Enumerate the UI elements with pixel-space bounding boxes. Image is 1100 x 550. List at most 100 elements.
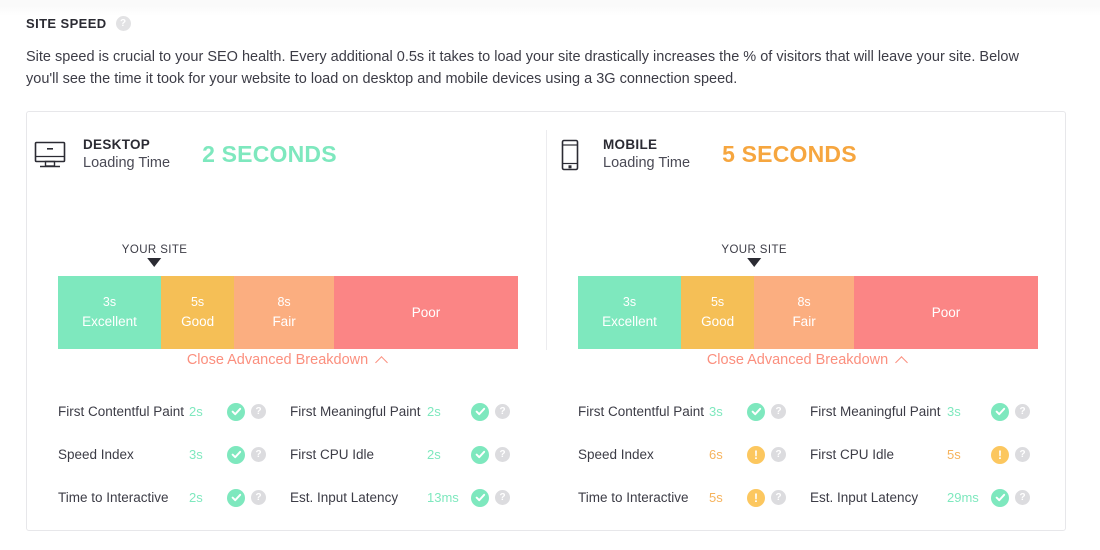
metric-help-icon[interactable]: ? — [771, 404, 786, 419]
gauge-segment-good: 5s Good — [161, 276, 235, 349]
gauge-segment-label: Good — [181, 314, 215, 329]
mobile-gauge: YOUR SITE 3s Excellent 5s Good 8s Fair Poor — [578, 243, 1038, 349]
desktop-advanced-breakdown-toggle[interactable]: Close Advanced Breakdown — [27, 352, 546, 369]
gauge-segment-label: Excellent — [602, 314, 657, 329]
gauge-segment-threshold: 8s — [277, 295, 291, 309]
gauge-segment-label: Poor — [931, 304, 961, 320]
metric-help-icon[interactable]: ? — [771, 447, 786, 462]
section-help-icon[interactable]: ? — [115, 16, 131, 31]
mobile-metrics-left: First Contentful Paint 3s? Speed Index 6s!?… — [578, 390, 810, 519]
metric-value: 2s — [427, 404, 441, 419]
desktop-loading-time: 2 SECONDS — [202, 141, 337, 167]
page-title: SITE SPEED — [26, 16, 107, 31]
metric-row: Est. Input Latency 13ms? — [290, 476, 522, 519]
desktop-labels: DESKTOP Loading Time — [83, 136, 170, 173]
metric-help-icon[interactable]: ? — [495, 404, 510, 419]
mobile-your-site-pointer: YOUR SITE — [721, 243, 787, 267]
mobile-labels: MOBILE Loading Time — [603, 136, 690, 173]
gauge-segment-fair: 8s Fair — [234, 276, 334, 349]
metric-help-icon[interactable]: ? — [495, 447, 510, 462]
pointer-triangle-icon — [747, 258, 762, 267]
gauge-segment-threshold: 5s — [190, 295, 205, 309]
metric-name: Time to Interactive — [578, 490, 689, 505]
metric-name: Speed Index — [58, 447, 134, 462]
mobile-pointer-row: YOUR SITE — [578, 243, 1038, 276]
metric-row: Time to Interactive 5s!? — [578, 476, 810, 519]
metric-value: 2s — [427, 447, 441, 462]
metric-name: First Contentful Paint — [58, 404, 185, 419]
desktop-panel: DESKTOP Loading Time 2 SECONDS YOUR SITE… — [27, 112, 546, 532]
warning-circle-icon: ! — [991, 445, 1009, 464]
gauge-segment-excellent: 3s Excellent — [58, 276, 162, 349]
gauge-segment-poor: Poor — [853, 276, 1038, 349]
metric-help-icon[interactable]: ? — [1015, 490, 1030, 505]
pointer-triangle-icon — [147, 258, 162, 267]
mobile-phone-icon — [547, 138, 593, 172]
metric-value: 5s — [709, 490, 723, 505]
mobile-gauge-bar: 3s Excellent 5s Good 8s Fair Poor — [578, 276, 1038, 349]
check-circle-icon — [227, 445, 245, 464]
mobile-loading-time: 5 SECONDS — [722, 141, 857, 167]
gauge-segment-label: Poor — [411, 304, 441, 320]
check-circle-icon — [747, 402, 765, 421]
gauge-segment-label: Fair — [792, 314, 816, 329]
mobile-advanced-breakdown-toggle[interactable]: Close Advanced Breakdown — [547, 352, 1066, 369]
metric-help-icon[interactable]: ? — [1015, 447, 1030, 462]
metric-help-icon[interactable]: ? — [1015, 404, 1030, 419]
metric-help-icon[interactable]: ? — [251, 447, 266, 462]
mobile-pointer-label: YOUR SITE — [721, 244, 787, 256]
metric-name: First CPU Idle — [290, 447, 375, 462]
metric-name: First Meaningful Paint — [290, 404, 421, 419]
metric-row: First CPU Idle 5s!? — [810, 433, 1042, 476]
desktop-panel-header: DESKTOP Loading Time 2 SECONDS — [27, 136, 546, 173]
metric-row: First Contentful Paint 2s? — [58, 390, 290, 433]
metric-name: Time to Interactive — [58, 490, 169, 505]
desktop-monitor-icon — [27, 140, 73, 170]
check-circle-icon — [991, 402, 1009, 421]
metric-name: Est. Input Latency — [810, 490, 919, 505]
check-circle-icon — [227, 402, 245, 421]
metric-value: 6s — [709, 447, 723, 462]
desktop-metrics: First Contentful Paint 2s? Speed Index 3s? T… — [58, 390, 523, 519]
desktop-pointer-label: YOUR SITE — [121, 244, 188, 256]
metric-help-icon[interactable]: ? — [251, 490, 266, 505]
desktop-gauge-bar: 3s Excellent 5s Good 8s Fair Poor — [58, 276, 518, 349]
metric-help-icon[interactable]: ? — [251, 404, 266, 419]
gauge-segment-label: Excellent — [82, 314, 137, 329]
warning-circle-icon: ! — [747, 445, 765, 464]
metric-name: First Meaningful Paint — [810, 404, 941, 419]
gauge-segment-threshold: 8s — [797, 295, 811, 309]
chevron-up-icon — [895, 355, 909, 369]
metric-value: 3s — [189, 447, 203, 462]
metric-row: Est. Input Latency 29ms? — [810, 476, 1042, 519]
metric-value: 2s — [189, 490, 203, 505]
metric-name: Est. Input Latency — [290, 490, 399, 505]
mobile-toggle-label: Close Advanced Breakdown — [706, 352, 889, 368]
desktop-device-sub: Loading Time — [83, 155, 171, 171]
metric-value: 13ms — [427, 490, 459, 505]
gauge-segment-label: Fair — [272, 314, 296, 329]
metric-value: 3s — [947, 404, 961, 419]
mobile-metrics: First Contentful Paint 3s? Speed Index 6s!?… — [578, 390, 1043, 519]
mobile-panel-header: MOBILE Loading Time 5 SECONDS — [547, 136, 1066, 173]
desktop-device-type: DESKTOP — [83, 137, 151, 152]
mobile-metrics-right: First Meaningful Paint 3s? First CPU Idle 5… — [810, 390, 1042, 519]
gauge-segment-label: Good — [701, 314, 735, 329]
warning-circle-icon: ! — [747, 488, 765, 507]
gauge-segment-poor: Poor — [333, 276, 518, 349]
mobile-panel: MOBILE Loading Time 5 SECONDS YOUR SITE … — [547, 112, 1066, 532]
metric-name: First Contentful Paint — [578, 404, 705, 419]
desktop-gauge: YOUR SITE 3s Excellent 5s Good 8s Fair Poor — [58, 243, 518, 349]
gauge-segment-threshold: 3s — [102, 295, 117, 309]
metric-row: First CPU Idle 2s? — [290, 433, 522, 476]
mobile-device-sub: Loading Time — [603, 155, 691, 171]
site-speed-page: SITE SPEED ? Site speed is crucial to yo… — [0, 0, 1100, 550]
desktop-metrics-left: First Contentful Paint 2s? Speed Index 3s? T… — [58, 390, 290, 519]
gauge-segment-threshold: 5s — [710, 295, 725, 309]
metric-help-icon[interactable]: ? — [771, 490, 786, 505]
metric-row: First Meaningful Paint 2s? — [290, 390, 522, 433]
desktop-your-site-pointer: YOUR SITE — [122, 243, 188, 267]
check-circle-icon — [471, 445, 489, 464]
mobile-device-type: MOBILE — [603, 137, 658, 152]
metric-help-icon[interactable]: ? — [495, 490, 510, 505]
